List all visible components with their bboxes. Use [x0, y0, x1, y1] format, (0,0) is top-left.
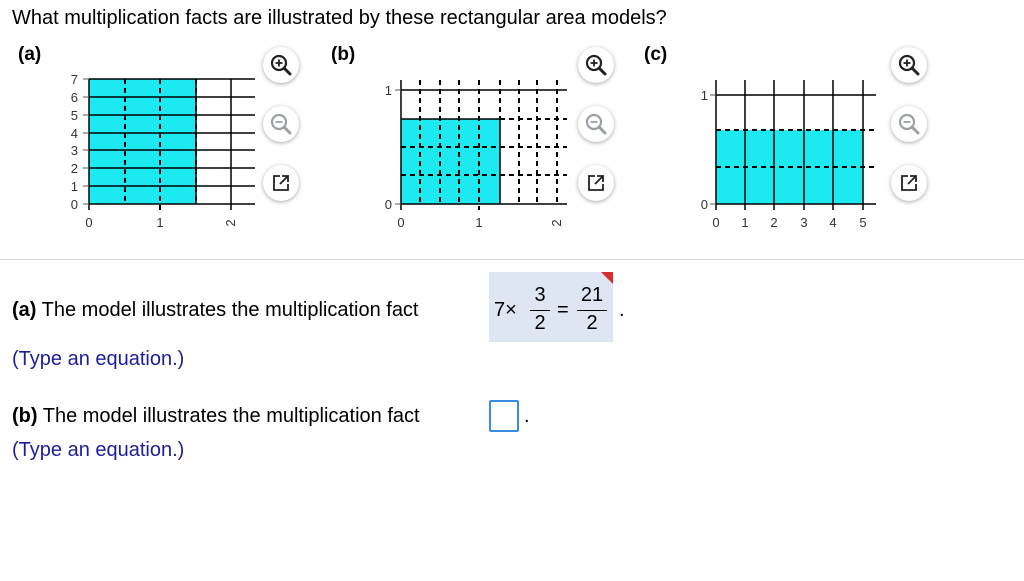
answer-b-statement: (b) The model illustrates the multiplica…	[12, 405, 420, 428]
answer-a-label: (a)	[12, 299, 37, 321]
x-tick-c-3: 3	[800, 215, 807, 230]
fraction-1-denominator: 2	[534, 312, 546, 334]
zoom-out-button-c[interactable]	[891, 106, 927, 142]
section-divider	[0, 259, 1024, 260]
y-tick-a-3: 3	[71, 143, 78, 158]
zoom-in-button-a[interactable]	[263, 47, 299, 83]
x-tick-a-1: 1	[156, 215, 163, 230]
answer-b-label: (b)	[12, 405, 38, 427]
area-model-b: 0 1 0 1 2	[385, 80, 567, 230]
zoom-in-button-c[interactable]	[891, 47, 927, 83]
popout-icon	[588, 175, 604, 191]
answer-b-input[interactable]	[489, 400, 519, 432]
popout-icon	[273, 175, 289, 191]
x-tick-b-1: 1	[475, 215, 482, 230]
answer-a-lhs: 7×	[494, 299, 517, 321]
answer-b-text: The model illustrates the multiplication…	[42, 405, 420, 427]
part-a-label: (a)	[18, 44, 42, 65]
y-tick-a-0: 0	[71, 197, 78, 212]
answer-a-text: The model illustrates the multiplication…	[41, 299, 419, 321]
y-tick-a-5: 5	[71, 108, 78, 123]
zoom-out-icon	[898, 113, 920, 135]
zoom-out-icon	[270, 113, 292, 135]
zoom-out-button-a[interactable]	[263, 106, 299, 142]
popout-button-c[interactable]	[891, 165, 927, 201]
answer-a-statement: (a) The model illustrates the multiplica…	[12, 299, 419, 322]
answer-a-period: .	[619, 299, 625, 321]
y-tick-a-4: 4	[71, 126, 78, 141]
zoom-out-icon	[585, 113, 607, 135]
x-tick-c-1: 1	[741, 215, 748, 230]
zoom-in-icon	[270, 54, 292, 76]
popout-button-a[interactable]	[263, 165, 299, 201]
popout-icon	[901, 175, 917, 191]
area-model-b-fill	[401, 119, 500, 204]
part-b-label: (b)	[331, 44, 356, 65]
part-c-label: (c)	[644, 44, 668, 65]
answer-a-hint: (Type an equation.)	[12, 348, 185, 370]
x-tick-a-0: 0	[85, 215, 92, 230]
area-model-c: 0 1 0 1 2 3 4 5	[701, 80, 876, 230]
answer-b-period: .	[524, 405, 530, 427]
y-tick-b-1: 1	[385, 83, 392, 98]
y-tick-a-1: 1	[71, 179, 78, 194]
fraction-1-numerator: 3	[534, 284, 546, 306]
zoom-in-icon	[898, 54, 920, 76]
fraction-1: 3 2	[528, 284, 552, 335]
x-tick-b-0: 0	[397, 215, 404, 230]
x-tick-c-5: 5	[859, 215, 866, 230]
question-text: What multiplication facts are illustrate…	[12, 7, 667, 29]
zoom-in-icon	[585, 54, 607, 76]
fraction-1-bar	[530, 310, 550, 311]
y-tick-c-1: 1	[701, 88, 708, 103]
y-tick-a-6: 6	[71, 90, 78, 105]
fraction-2-denominator: 2	[586, 312, 598, 334]
equals-sign: =	[557, 299, 569, 321]
fraction-2-bar	[577, 310, 607, 311]
answer-b-hint: (Type an equation.)	[12, 439, 185, 461]
fraction-2-numerator: 21	[580, 284, 604, 306]
fraction-2: 21 2	[575, 284, 609, 335]
zoom-in-button-b[interactable]	[578, 47, 614, 83]
x-tick-c-2: 2	[770, 215, 777, 230]
x-tick-a-2: 2	[223, 219, 238, 226]
y-tick-c-0: 0	[701, 197, 708, 212]
zoom-out-button-b[interactable]	[578, 106, 614, 142]
y-tick-a-7: 7	[71, 72, 78, 87]
y-tick-a-2: 2	[71, 161, 78, 176]
x-tick-c-4: 4	[829, 215, 836, 230]
y-tick-b-0: 0	[385, 197, 392, 212]
x-tick-b-2: 2	[549, 219, 564, 226]
incorrect-flag	[601, 272, 613, 284]
area-model-a: 0 1 2 3 4 5 6 7 0 1 2	[71, 72, 255, 230]
x-tick-c-0: 0	[712, 215, 719, 230]
popout-button-b[interactable]	[578, 165, 614, 201]
